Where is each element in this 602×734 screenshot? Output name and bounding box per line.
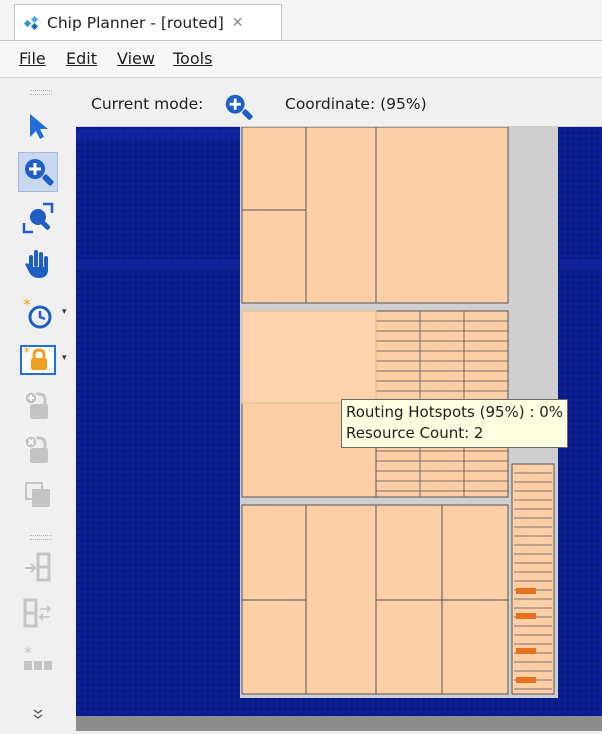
- hotspot-marker-1: [516, 588, 536, 594]
- add-region-tool-button[interactable]: [18, 386, 58, 426]
- copy-region-tool-button[interactable]: [18, 476, 58, 516]
- logic-region-1: [241, 127, 377, 304]
- double-chevron-down-icon: [33, 709, 43, 719]
- clock-star-icon: *: [23, 297, 52, 329]
- zoom-in-icon: [25, 159, 54, 186]
- menu-tools-label: Tools: [173, 49, 213, 68]
- grid-band-top: [76, 130, 240, 140]
- move-in-icon: [25, 552, 51, 582]
- copy-region-icon: [25, 482, 50, 507]
- menu-tools[interactable]: Tools: [173, 49, 212, 68]
- lock-region-tool-button[interactable]: *: [18, 340, 58, 380]
- swap-icon: [23, 598, 52, 628]
- move-in-tool-button[interactable]: [18, 546, 58, 586]
- logic-region-2: [375, 127, 509, 304]
- history-dropdown-icon[interactable]: ▾: [62, 307, 67, 317]
- status-bar: Current mode: Coordinate: (95%): [76, 84, 602, 127]
- toolbar-separator: [30, 535, 52, 540]
- canvas-scrollbar[interactable]: [76, 716, 602, 731]
- hotspot-marker-4: [516, 677, 536, 683]
- hand-tool-button[interactable]: [18, 244, 58, 284]
- tab-bar: Chip Planner - [routed] ✕: [0, 0, 602, 41]
- swap-tool-button[interactable]: [18, 592, 58, 632]
- remove-region-tool-button[interactable]: [18, 430, 58, 470]
- grid-band-left: [76, 259, 240, 269]
- current-mode-zoom-icon: [225, 94, 253, 120]
- menu-edit-label: Edit: [66, 49, 97, 68]
- lock-star-icon: *: [20, 345, 56, 375]
- chip-planner-icon: [23, 15, 39, 30]
- zoom-fit-icon: [22, 202, 54, 234]
- hotspot-marker-3: [516, 648, 536, 654]
- lock-dropdown-icon[interactable]: ▾: [62, 353, 67, 363]
- tab-title: Chip Planner - [routed]: [47, 13, 224, 32]
- hand-icon: [25, 250, 48, 278]
- coordinate-readout: Coordinate: (95%): [285, 95, 427, 113]
- dsp-column: [511, 463, 555, 695]
- region-star-icon: *: [24, 643, 52, 670]
- tooltip-routing-hotspots: Routing Hotspots (95%) : 0%: [346, 403, 564, 421]
- history-tool-button[interactable]: *: [18, 294, 58, 334]
- svg-text:*: *: [23, 345, 30, 361]
- current-mode-label: Current mode:: [91, 95, 204, 113]
- menu-edit[interactable]: Edit: [66, 49, 97, 68]
- menu-file-label: File: [19, 49, 46, 68]
- pointer-arrow-icon: [30, 114, 48, 139]
- menu-bar: File Edit View Tools: [0, 41, 602, 78]
- zoom-tool-button[interactable]: [18, 152, 58, 192]
- chip-planner-tab[interactable]: Chip Planner - [routed] ✕: [14, 4, 282, 40]
- tooltip-resource-count: Resource Count: 2: [346, 424, 484, 442]
- hotspot-tooltip: Routing Hotspots (95%) : 0% Resource Cou…: [341, 399, 569, 448]
- new-region-tool-button[interactable]: *: [18, 640, 58, 680]
- svg-text:*: *: [24, 643, 32, 662]
- svg-text:*: *: [23, 297, 31, 314]
- menu-file[interactable]: File: [19, 49, 46, 68]
- menu-view-label: View: [117, 49, 155, 68]
- menu-view[interactable]: View: [117, 49, 155, 68]
- hotspot-marker-2: [516, 613, 536, 619]
- hovered-region: [241, 310, 377, 404]
- zoom-fit-button[interactable]: [18, 198, 58, 238]
- tool-palette: * ▾ * ▾ *: [14, 84, 77, 731]
- close-icon[interactable]: ✕: [232, 15, 244, 31]
- grid-band-right: [560, 259, 602, 269]
- lock-add-icon: [24, 391, 48, 419]
- lock-remove-icon: [24, 435, 48, 463]
- toolbar-grip[interactable]: [30, 90, 52, 95]
- selection-tool-button[interactable]: [18, 106, 58, 146]
- more-tools-button[interactable]: [18, 694, 58, 734]
